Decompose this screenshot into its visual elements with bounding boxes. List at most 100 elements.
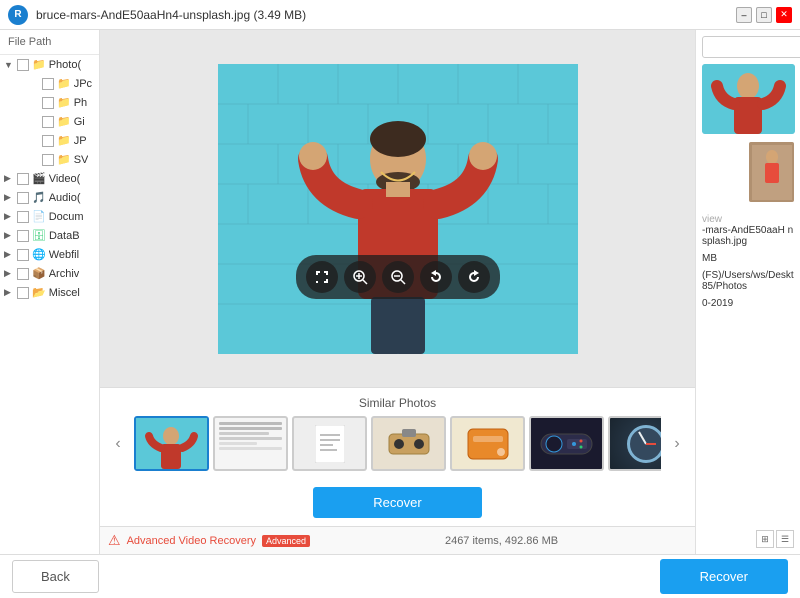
sidebar: File Path ▼ 📁 Photo( 📁 JPc 📁 Ph 📁 [0,30,100,554]
next-arrow[interactable]: › [667,434,687,454]
filesize-value: MB [702,253,794,264]
thumbnail-2[interactable] [213,416,288,471]
thumbnail-6[interactable] [529,416,604,471]
preview-image [218,64,578,354]
sidebar-item-sv[interactable]: 📁 SV [0,150,99,169]
sidebar-item-video[interactable]: ▶ 🎬 Video( [0,169,99,188]
checkbox-misc[interactable] [17,287,29,299]
checkbox-gi[interactable] [42,116,54,128]
search-row: ▽ [702,36,794,58]
checkbox-archive[interactable] [17,268,29,280]
sidebar-item-label: Gi [74,116,85,128]
sidebar-item-web[interactable]: ▶ 🌐 Webfil [0,245,99,264]
checkbox-jp[interactable] [42,78,54,90]
minimize-button[interactable]: – [736,7,752,23]
sidebar-item-archive[interactable]: ▶ 📦 Archiv [0,264,99,283]
sidebar-item-label: SV [74,154,89,166]
sidebar-item-gi[interactable]: 📁 Gi [0,112,99,131]
sidebar-item-jp[interactable]: 📁 JPc [0,74,99,93]
grid-view-button[interactable]: ⊞ [756,530,774,548]
sidebar-item-audio[interactable]: ▶ 🎵 Audio( [0,188,99,207]
footer: Back Recover [0,554,800,598]
advanced-video-recovery[interactable]: Advanced Video Recovery [127,535,256,547]
sidebar-item-misc[interactable]: ▶ 📂 Miscel [0,283,99,302]
sidebar-item-label: Miscel [49,287,80,299]
folder-icon: 📁 [57,153,71,166]
chevron-right-icon: ▶ [4,211,14,222]
similar-photos-title: Similar Photos [108,396,687,410]
sidebar-item-db[interactable]: ▶ 🗄 DataB [0,226,99,245]
warning-icon: ⚠ [108,532,121,549]
sidebar-item-label: Webfil [49,249,79,261]
document-icon: 📄 [32,210,46,223]
close-button[interactable]: ✕ [776,7,792,23]
window-controls: – □ ✕ [736,7,792,23]
checkbox-ph[interactable] [42,97,54,109]
sidebar-item-label: JP [74,135,87,147]
checkbox-audio[interactable] [17,192,29,204]
checkbox-jp2[interactable] [42,135,54,147]
checkbox-web[interactable] [17,249,29,261]
database-icon: 🗄 [32,229,46,242]
fit-screen-button[interactable] [306,261,338,293]
recover-center-button[interactable]: Recover [313,487,481,518]
filename-value: -mars-AndE50aaH nsplash.jpg [702,225,794,247]
zoom-in-button[interactable] [344,261,376,293]
path-value: (FS)/Users/ws/Deskt 85/Photos [702,270,794,292]
folder-icon: 📁 [57,96,71,109]
checkbox-db[interactable] [17,230,29,242]
prev-arrow[interactable]: ‹ [108,434,128,454]
maximize-button[interactable]: □ [756,7,772,23]
sidebar-item-photos[interactable]: ▼ 📁 Photo( [0,55,99,74]
search-input[interactable] [702,36,800,58]
audio-icon: 🎵 [32,191,46,204]
recover-center-section: Recover [100,479,695,526]
chevron-right-icon: ▶ [4,192,14,203]
archive-icon: 📦 [32,267,46,280]
folder-icon: 📁 [57,77,71,90]
sidebar-item-label: Docum [49,211,84,223]
file-info: view -mars-AndE50aaH nsplash.jpg MB (FS)… [702,214,794,315]
right-main-thumbnail [702,64,795,134]
thumbnail-3[interactable] [292,416,367,471]
right-mini-thumbnail [749,142,794,202]
chevron-right-icon: ▶ [4,249,14,260]
date-value: 0-2019 [702,298,794,309]
back-button[interactable]: Back [12,560,99,593]
rotate-right-button[interactable] [458,261,490,293]
zoom-out-button[interactable] [382,261,414,293]
chevron-right-icon: ▶ [4,173,14,184]
checkbox-photos[interactable] [17,59,29,71]
recover-button[interactable]: Recover [660,559,788,594]
video-icon: 🎬 [32,172,46,185]
sidebar-item-label: Ph [74,97,87,109]
sidebar-item-jp2[interactable]: 📁 JP [0,131,99,150]
thumbnail-4[interactable] [371,416,446,471]
checkbox-doc[interactable] [17,211,29,223]
thumbnail-7[interactable] [608,416,661,471]
thumbnail-5[interactable] [450,416,525,471]
folder-icon: 📁 [32,58,46,71]
list-view-button[interactable]: ☰ [776,530,794,548]
titlebar: R bruce-mars-AndE50aaHn4-unsplash.jpg (3… [0,0,800,30]
sidebar-item-ph[interactable]: 📁 Ph [0,93,99,112]
web-icon: 🌐 [32,248,46,261]
chevron-down-icon: ▼ [4,60,14,70]
chevron-right-icon: ▶ [4,287,14,298]
checkbox-video[interactable] [17,173,29,185]
sidebar-item-label: Photo( [49,59,81,71]
rotate-left-button[interactable] [420,261,452,293]
sidebar-item-label: Video( [49,173,81,185]
thumbnail-1[interactable] [134,416,209,471]
folder-icon: 📁 [57,115,71,128]
sidebar-item-doc[interactable]: ▶ 📄 Docum [0,207,99,226]
checkbox-sv[interactable] [42,154,54,166]
center-content: Similar Photos ‹ [100,30,695,554]
preview-area [100,30,695,387]
advanced-badge: Advanced [262,535,310,547]
view-toggle: ⊞ ☰ [702,530,794,548]
image-toolbar [296,255,500,299]
right-panel: ▽ view -mars-AndE50aaH nsplash.jpg MB [695,30,800,554]
misc-icon: 📂 [32,286,46,299]
chevron-right-icon: ▶ [4,268,14,279]
